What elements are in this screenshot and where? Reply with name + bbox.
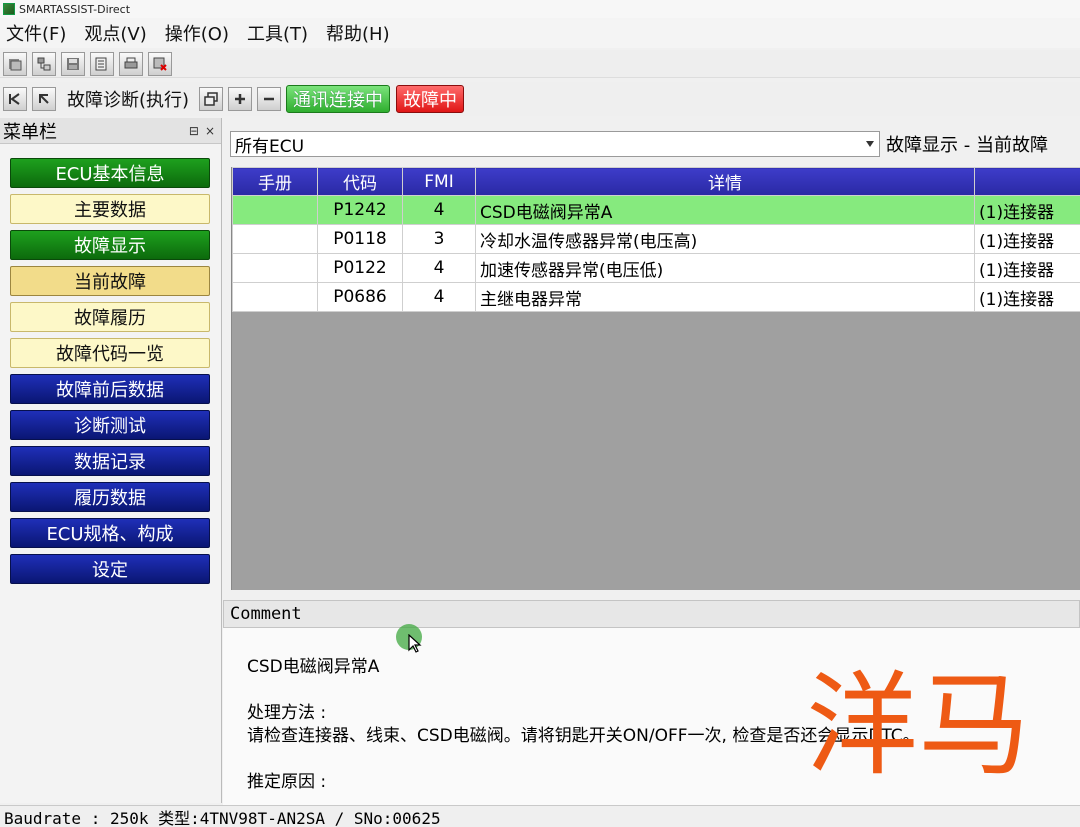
menu-tools[interactable]: 工具(T) <box>247 20 308 46</box>
sidebar-item-current-fault[interactable]: 当前故障 <box>10 266 210 296</box>
sidebar-item-history-data[interactable]: 履历数据 <box>10 482 210 512</box>
delete-icon[interactable] <box>148 51 172 76</box>
cell-extra: (1)连接器 <box>974 195 1080 225</box>
comment-header: Comment <box>223 600 1080 628</box>
ecu-select-value: 所有ECU <box>235 136 305 157</box>
table-row[interactable]: P0686 4 主继电器异常 (1)连接器 <box>232 282 1080 312</box>
cell-fmi: 3 <box>402 224 476 254</box>
status-bar: Baudrate : 250k 类型:4TNV98T-AN2SA / SNo:0… <box>0 805 1080 827</box>
sidebar-item-main-data[interactable]: 主要数据 <box>10 194 210 224</box>
sidebar-item-fault-code-list[interactable]: 故障代码一览 <box>10 338 210 368</box>
add-icon[interactable] <box>228 87 253 111</box>
sidebar-item-ecu-spec[interactable]: ECU规格、构成 <box>10 518 210 548</box>
minimize-icon[interactable] <box>257 87 282 111</box>
cell-extra: (1)连接器 <box>974 282 1080 312</box>
display-mode-label: 故障显示 - 当前故障 <box>886 135 1048 156</box>
comment-cause-label: 推定原因 : <box>247 772 327 792</box>
comment-method-label: 处理方法 : <box>247 703 327 723</box>
col-header-manual[interactable]: 手册 <box>232 167 318 196</box>
sidebar: 菜单栏 ⊟ × ECU基本信息 主要数据 故障显示 当前故障 故障履历 故障代码… <box>0 118 222 803</box>
cell-fmi: 4 <box>402 195 476 225</box>
comment-title: CSD电磁阀异常A <box>247 657 380 677</box>
ecu-select[interactable]: 所有ECU <box>230 131 880 157</box>
table-row[interactable]: P1242 4 CSD电磁阀异常A (1)连接器 <box>232 195 1080 225</box>
menu-bar: 文件(F) 观点(V) 操作(O) 工具(T) 帮助(H) <box>0 18 1080 48</box>
window-title: SMARTASSIST-Direct <box>19 2 131 16</box>
refresh-icon[interactable] <box>32 87 56 111</box>
cell-code: P0686 <box>317 282 403 312</box>
cell-extra: (1)连接器 <box>974 253 1080 283</box>
cell-detail: 冷却水温传感器异常(电压高) <box>475 224 975 254</box>
sidebar-item-fault-display[interactable]: 故障显示 <box>10 230 210 260</box>
mode-label: 故障诊断(执行) <box>67 90 190 111</box>
fault-status-button[interactable]: 故障中 <box>396 85 465 113</box>
col-header-extra[interactable] <box>974 167 1080 196</box>
table-header-row: 手册 代码 FMI 详情 <box>232 167 1080 196</box>
sidebar-item-fault-history[interactable]: 故障履历 <box>10 302 210 332</box>
cell-manual <box>232 224 318 254</box>
sidebar-item-freeze-frame[interactable]: 故障前后数据 <box>10 374 210 404</box>
sidebar-item-settings[interactable]: 设定 <box>10 554 210 584</box>
cell-detail: 加速传感器异常(电压低) <box>475 253 975 283</box>
save-icon[interactable] <box>61 51 85 76</box>
cell-detail: CSD电磁阀异常A <box>475 195 975 225</box>
cell-fmi: 4 <box>402 253 476 283</box>
cell-code: P1242 <box>317 195 403 225</box>
title-bar: SMARTASSIST-Direct <box>0 0 1080 18</box>
cell-code: P0118 <box>317 224 403 254</box>
menu-operate[interactable]: 操作(O) <box>165 20 229 46</box>
pin-icon[interactable]: ⊟ <box>189 124 199 138</box>
menu-view[interactable]: 观点(V) <box>84 20 146 46</box>
cell-fmi: 4 <box>402 282 476 312</box>
sidebar-item-data-log[interactable]: 数据记录 <box>10 446 210 476</box>
dtc-table: 手册 代码 FMI 详情 P1242 4 CSD电磁阀异常A (1)连接器 P0… <box>232 167 1080 312</box>
col-header-code[interactable]: 代码 <box>317 167 403 196</box>
print-icon[interactable] <box>119 51 143 76</box>
cell-manual <box>232 282 318 312</box>
table-row[interactable]: P0122 4 加速传感器异常(电压低) (1)连接器 <box>232 253 1080 283</box>
comm-status-button[interactable]: 通讯连接中 <box>286 85 391 113</box>
table-row[interactable]: P0118 3 冷却水温传感器异常(电压高) (1)连接器 <box>232 224 1080 254</box>
cell-extra: (1)连接器 <box>974 224 1080 254</box>
overlay-caption: 洋马 <box>806 661 1030 791</box>
cursor-arrow-icon <box>408 634 422 653</box>
sidebar-item-diag-test[interactable]: 诊断测试 <box>10 410 210 440</box>
dtc-table-area: 手册 代码 FMI 详情 P1242 4 CSD电磁阀异常A (1)连接器 P0… <box>231 167 1080 590</box>
sidebar-item-ecu-info[interactable]: ECU基本信息 <box>10 158 210 188</box>
close-icon[interactable]: × <box>205 124 215 138</box>
mode-bar: 故障诊断(执行) 通讯连接中 故障中 <box>0 82 1080 116</box>
icon-toolbar <box>0 50 1080 78</box>
restore-icon[interactable] <box>199 87 224 111</box>
sidebar-header: 菜单栏 ⊟ × <box>0 118 221 144</box>
app-icon <box>3 3 15 15</box>
cell-code: P0122 <box>317 253 403 283</box>
col-header-detail[interactable]: 详情 <box>475 167 975 196</box>
document-icon[interactable] <box>90 51 114 76</box>
open-icon[interactable] <box>3 51 27 76</box>
chevron-down-icon[interactable] <box>866 141 874 147</box>
tree-icon[interactable] <box>32 51 56 76</box>
cell-manual <box>232 253 318 283</box>
cell-detail: 主继电器异常 <box>475 282 975 312</box>
menu-help[interactable]: 帮助(H) <box>326 20 390 46</box>
col-header-fmi[interactable]: FMI <box>402 167 476 196</box>
back-icon[interactable] <box>3 87 27 111</box>
sidebar-title: 菜单栏 <box>3 121 57 143</box>
menu-file[interactable]: 文件(F) <box>6 20 66 46</box>
cell-manual <box>232 195 318 225</box>
